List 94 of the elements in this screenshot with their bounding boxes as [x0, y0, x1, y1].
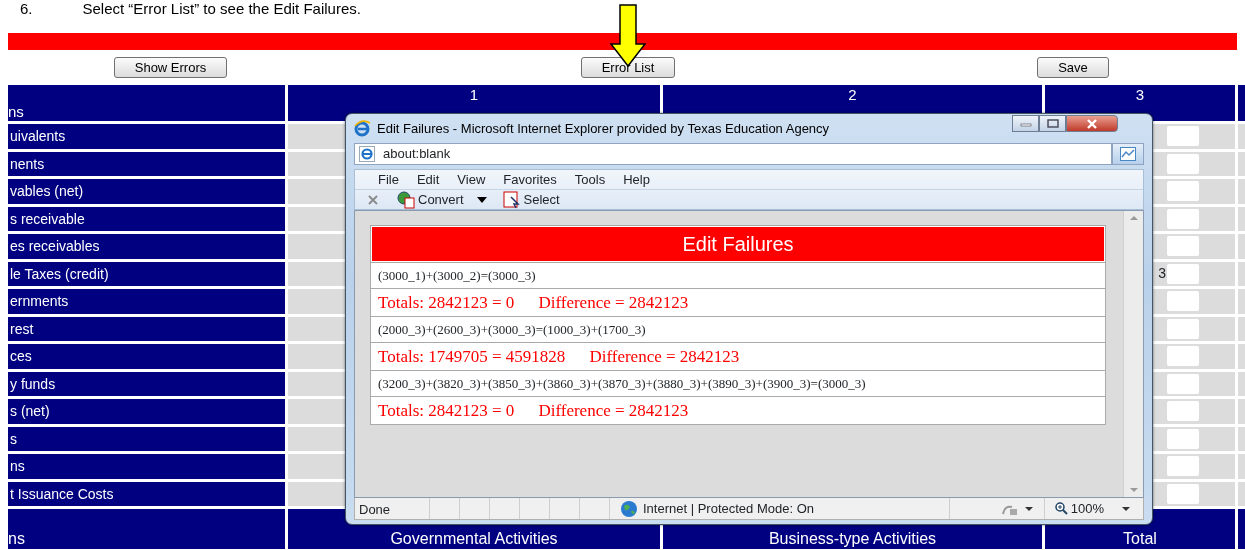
row-label: nents: [8, 151, 285, 176]
close-button[interactable]: [1066, 115, 1118, 132]
row-label: ces: [8, 344, 285, 369]
table-cell: [288, 316, 345, 341]
formula-text: (2000_3)+(2600_3)+(3000_3)=(1000_3)+(1700_3): [378, 320, 646, 339]
column-label: ns: [8, 103, 24, 120]
row-label: ernments: [8, 289, 285, 314]
zoom-icon: [1054, 502, 1068, 515]
browser-icon: [354, 120, 371, 137]
input-field[interactable]: [1167, 291, 1199, 312]
table-cell: [288, 481, 345, 506]
input-field[interactable]: [1167, 373, 1199, 394]
input-field[interactable]: [1167, 483, 1199, 504]
table-cell: [288, 289, 345, 314]
address-field[interactable]: about:blank: [354, 143, 1112, 165]
row-label: uivalents: [8, 124, 285, 149]
close-icon: [1086, 118, 1098, 129]
column-number: 3: [1134, 86, 1146, 103]
close-icon: [367, 194, 379, 205]
action-button[interactable]: Show Errors: [113, 57, 228, 78]
toolbar-button[interactable]: Convert: [397, 189, 489, 210]
difference-text: Difference = 2842123: [538, 399, 689, 422]
window-title: Edit Failures - Microsoft Internet Explorer provided by Texas Education Agency: [377, 119, 830, 138]
row-label: ns: [8, 454, 285, 479]
row-label: s (net): [8, 399, 285, 424]
menu-item[interactable]: Edit: [407, 169, 449, 190]
minimize-button[interactable]: [1012, 115, 1039, 132]
row-label: s: [8, 426, 285, 451]
address-text: about:blank: [383, 145, 451, 164]
totals-text: Totals: 2842123 = 0: [378, 291, 515, 314]
input-field[interactable]: [1167, 236, 1199, 257]
maximize-button[interactable]: [1039, 115, 1066, 132]
row-label: le Taxes (credit): [8, 261, 285, 286]
compatibility-button[interactable]: [1112, 143, 1144, 165]
table-cell: [288, 179, 345, 204]
menu-item[interactable]: Help: [614, 169, 659, 190]
input-field[interactable]: [1167, 428, 1199, 449]
up-arrow-icon: [1128, 215, 1139, 221]
globe-icon: [620, 499, 638, 518]
step-number: 6.: [20, 0, 33, 19]
scrollbar[interactable]: [1123, 211, 1143, 497]
cell-value: 3: [1157, 264, 1166, 284]
difference-text: Difference = 2842123: [538, 291, 689, 314]
column-number: 2: [847, 86, 858, 103]
input-field[interactable]: [1167, 346, 1199, 367]
input-field[interactable]: [1167, 126, 1199, 147]
row-label: es receivables: [8, 234, 285, 259]
table-cell: [288, 399, 345, 424]
table-cell: [288, 261, 345, 286]
row-label: vables (net): [8, 179, 285, 204]
toolbar-button[interactable]: Select: [502, 189, 560, 210]
input-field[interactable]: [1167, 263, 1199, 284]
table-cell: [288, 124, 345, 149]
page-icon: [359, 146, 375, 162]
document-icon: [502, 190, 521, 209]
status-text: Done: [355, 498, 430, 519]
table-cell: [288, 151, 345, 176]
input-field[interactable]: [1167, 153, 1199, 174]
column-footer: ns: [8, 509, 285, 549]
difference-text: Difference = 2842123: [589, 345, 740, 368]
formula-text: (3200_3)+(3820_3)+(3850_3)+(3860_3)+(3870_3)+(3880_3)+(3890_3)+(3900_3)=(3000_3): [378, 374, 866, 393]
totals-text: Totals: 2842123 = 0: [378, 399, 515, 422]
down-arrow-icon: [1128, 487, 1139, 493]
table-cell: [288, 206, 345, 231]
page-broken-icon: [1120, 147, 1136, 161]
menu-item[interactable]: Tools: [565, 169, 615, 190]
action-button[interactable]: Error List: [580, 57, 676, 78]
menu-item[interactable]: File: [369, 169, 408, 190]
table-cell: [288, 454, 345, 479]
input-field[interactable]: [1167, 208, 1199, 229]
input-field[interactable]: [1167, 318, 1199, 339]
table-cell: [288, 234, 345, 259]
column-number: 1: [468, 86, 480, 103]
stop-button[interactable]: [367, 194, 379, 205]
formula-text: (3000_1)+(3000_2)=(3000_3): [378, 266, 536, 285]
row-label: y funds: [8, 371, 285, 396]
instruction-text: Select “Error List” to see the Edit Failures.: [82, 0, 361, 19]
input-field[interactable]: [1167, 401, 1199, 422]
action-button[interactable]: Save: [1037, 57, 1109, 78]
totals-text: Totals: 1749705 = 4591828: [378, 345, 566, 368]
table-heading: Edit Failures: [372, 227, 1104, 261]
table-cell: [288, 426, 345, 451]
caret-icon: [1023, 505, 1034, 512]
row-label: t Issuance Costs: [8, 481, 285, 506]
table-cell: [288, 371, 345, 396]
table-cell: [288, 344, 345, 369]
row-label: rest: [8, 316, 285, 341]
row-label: s receivable: [8, 206, 285, 231]
menu-item[interactable]: Favorites: [494, 169, 566, 190]
input-field[interactable]: [1167, 181, 1199, 202]
document-icon: [397, 190, 415, 209]
maximize-icon: [1046, 119, 1059, 128]
input-field[interactable]: [1167, 456, 1199, 477]
menu-item[interactable]: View: [448, 169, 495, 190]
